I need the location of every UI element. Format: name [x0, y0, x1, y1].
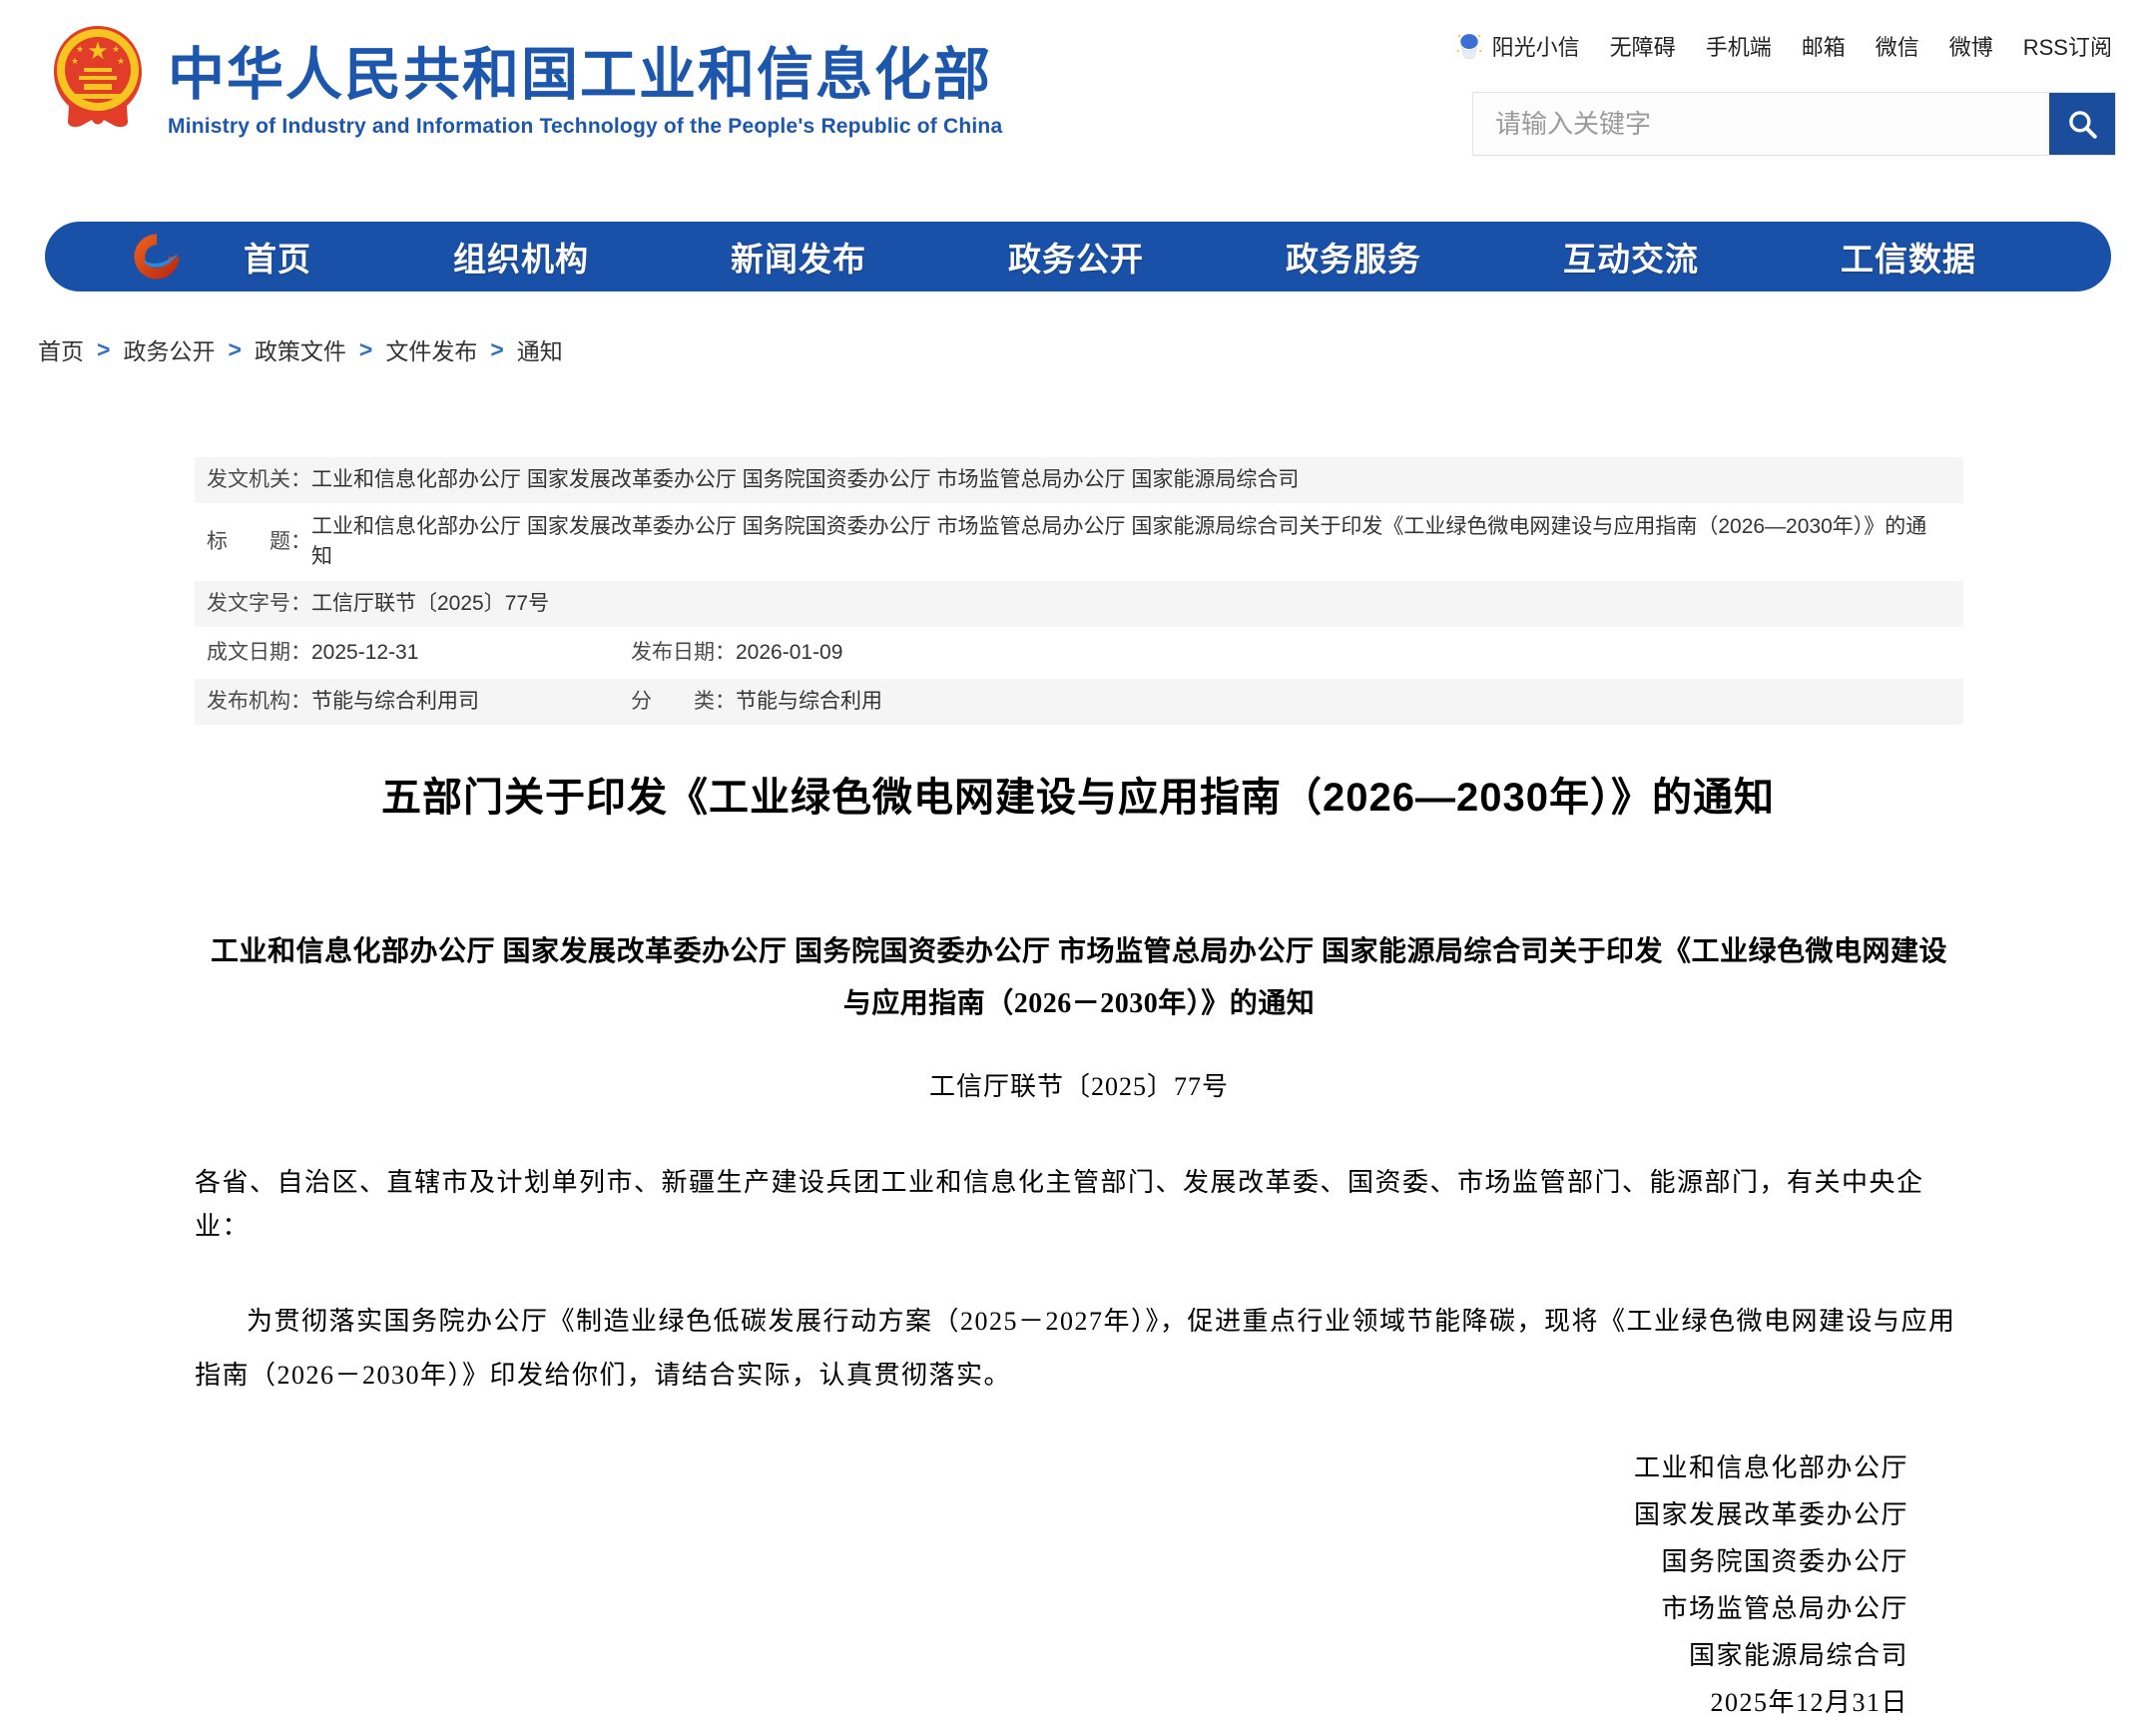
breadcrumb-gov-disclosure[interactable]: 政务公开: [123, 332, 215, 366]
breadcrumb-home[interactable]: 首页: [38, 332, 84, 366]
quick-link-accessibility[interactable]: 无障碍: [1610, 30, 1676, 62]
search-box: [1472, 92, 2116, 156]
signature-line: 国家发展改革委办公厅: [195, 1491, 1908, 1538]
meta-row-publisher-category: 发布机构： 节能与综合利用司 分 类： 节能与综合利用: [195, 679, 1963, 725]
nav-item-home[interactable]: 首页: [244, 233, 311, 281]
quick-links: 阳光小信 无障碍 手机端 邮箱 微信 微博 RSS订阅: [1454, 30, 2112, 62]
nav-item-gov-disclosure[interactable]: 政务公开: [1008, 233, 1144, 281]
breadcrumb-separator: >: [359, 336, 372, 363]
signature-date: 2025年12月31日: [195, 1679, 1908, 1726]
svg-text:★: ★: [71, 56, 79, 66]
meta-row-issuing-agency: 发文机关： 工业和信息化部办公厅 国家发展改革委办公厅 国务院国资委办公厅 市场…: [195, 457, 1963, 503]
meta-row-dates: 成文日期： 2025-12-31 发布日期： 2026-01-09: [195, 630, 1963, 676]
meta-value: 2026-01-09: [736, 638, 862, 668]
signature-line: 市场监管总局办公厅: [195, 1585, 1908, 1632]
mascot-icon: [1454, 31, 1484, 61]
quick-link-label: 邮箱: [1802, 30, 1846, 62]
body-paragraph: 为贯彻落实国务院办公厅《制造业绿色低碳发展行动方案（2025－2027年）》，促…: [195, 1295, 1963, 1403]
addressee-paragraph: 各省、自治区、直辖市及计划单列市、新疆生产建设兵团工业和信息化主管部门、发展改革…: [195, 1161, 1963, 1249]
quick-link-label: 无障碍: [1610, 30, 1676, 62]
quick-link-weibo[interactable]: 微博: [1949, 30, 1993, 62]
quick-link-mail[interactable]: 邮箱: [1802, 30, 1846, 62]
meta-label: 分 类：: [631, 687, 736, 717]
signature-line: 工业和信息化部办公厅: [195, 1444, 1908, 1491]
document-body: 工业和信息化部办公厅 国家发展改革委办公厅 国务院国资委办公厅 市场监管总局办公…: [195, 918, 1963, 1726]
breadcrumb: 首页 > 政务公开 > 政策文件 > 文件发布 > 通知: [38, 332, 563, 366]
site-subtitle: Ministry of Industry and Information Tec…: [168, 115, 1002, 139]
signature-block: 工业和信息化部办公厅 国家发展改革委办公厅 国务院国资委办公厅 市场监管总局办公…: [195, 1444, 1963, 1726]
svg-text:★: ★: [112, 44, 120, 54]
breadcrumb-document-release[interactable]: 文件发布: [385, 332, 477, 366]
quick-link-mobile[interactable]: 手机端: [1706, 30, 1772, 62]
nav-item-news[interactable]: 新闻发布: [731, 233, 866, 281]
svg-text:★: ★: [76, 44, 84, 54]
meta-value: 工业和信息化部办公厅 国家发展改革委办公厅 国务院国资委办公厅 市场监管总局办公…: [311, 465, 1319, 495]
signature-line: 国家能源局综合司: [195, 1632, 1908, 1679]
breadcrumb-policy-documents[interactable]: 政策文件: [255, 332, 346, 366]
document-title: 工业和信息化部办公厅 国家发展改革委办公厅 国务院国资委办公厅 市场监管总局办公…: [195, 926, 1963, 1030]
site-header: ★ ★ ★ ★ ★ 中华人民共和国工业和信息化部 Ministry of Ind…: [0, 0, 2156, 215]
nav-item-organization[interactable]: 组织机构: [453, 233, 589, 281]
quick-link-label: RSS订阅: [2023, 30, 2112, 62]
nav-items: 首页 组织机构 新闻发布 政务公开 政务服务 互动交流 工信数据: [244, 233, 1976, 281]
meta-value: 工业和信息化部办公厅 国家发展改革委办公厅 国务院国资委办公厅 市场监管总局办公…: [311, 512, 1963, 572]
nav-item-miit-data[interactable]: 工信数据: [1841, 233, 1976, 281]
quick-link-rss[interactable]: RSS订阅: [2023, 30, 2112, 62]
meta-value: 工信厅联节〔2025〕77号: [311, 589, 569, 619]
meta-row-document-number: 发文字号： 工信厅联节〔2025〕77号: [195, 581, 1963, 627]
meta-value: 节能与综合利用: [736, 687, 902, 717]
meta-label: 成文日期：: [207, 638, 311, 668]
document-meta-table: 发文机关： 工业和信息化部办公厅 国家发展改革委办公厅 国务院国资委办公厅 市场…: [195, 457, 1963, 728]
quick-link-sunshine[interactable]: 阳光小信: [1454, 30, 1580, 62]
meta-label: 发文机关：: [207, 465, 311, 495]
breadcrumb-separator: >: [97, 336, 110, 363]
search-icon: [2065, 107, 2099, 141]
meta-label: 标 题：: [207, 527, 311, 557]
site-title: 中华人民共和国工业和信息化部: [168, 44, 1002, 107]
quick-link-label: 微信: [1876, 30, 1919, 62]
svg-text:★: ★: [87, 38, 109, 65]
nav-item-interaction[interactable]: 互动交流: [1563, 233, 1699, 281]
quick-link-wechat[interactable]: 微信: [1876, 30, 1919, 62]
meta-value: 节能与综合利用司: [311, 687, 499, 717]
nav-item-gov-services[interactable]: 政务服务: [1286, 233, 1421, 281]
quick-link-label: 微博: [1949, 30, 1993, 62]
miit-logo-icon: [130, 230, 184, 284]
search-input[interactable]: [1473, 93, 2049, 155]
document-number: 工信厅联节〔2025〕77号: [195, 1066, 1963, 1103]
breadcrumb-separator: >: [490, 336, 503, 363]
quick-link-label: 阳光小信: [1492, 30, 1580, 62]
breadcrumb-notice[interactable]: 通知: [517, 332, 563, 366]
svg-text:★: ★: [117, 56, 125, 66]
quick-link-label: 手机端: [1706, 30, 1772, 62]
search-button[interactable]: [2049, 93, 2115, 155]
meta-label: 发布日期：: [631, 638, 736, 668]
meta-label: 发文字号：: [207, 589, 311, 619]
signature-line: 国务院国资委办公厅: [195, 1538, 1908, 1585]
meta-label: 发布机构：: [207, 687, 311, 717]
site-brand: ★ ★ ★ ★ ★ 中华人民共和国工业和信息化部 Ministry of Ind…: [48, 22, 1002, 139]
brand-text: 中华人民共和国工业和信息化部 Ministry of Industry and …: [168, 22, 1002, 139]
meta-row-title: 标 题： 工业和信息化部办公厅 国家发展改革委办公厅 国务院国资委办公厅 市场监…: [195, 506, 1963, 578]
main-nav: 首页 组织机构 新闻发布 政务公开 政务服务 互动交流 工信数据: [45, 222, 2111, 291]
page-title: 五部门关于印发《工业绿色微电网建设与应用指南（2026—2030年）》的通知: [0, 765, 2156, 823]
breadcrumb-separator: >: [228, 336, 241, 363]
national-emblem-icon: ★ ★ ★ ★ ★: [48, 22, 148, 134]
meta-value: 2025-12-31: [311, 638, 438, 668]
